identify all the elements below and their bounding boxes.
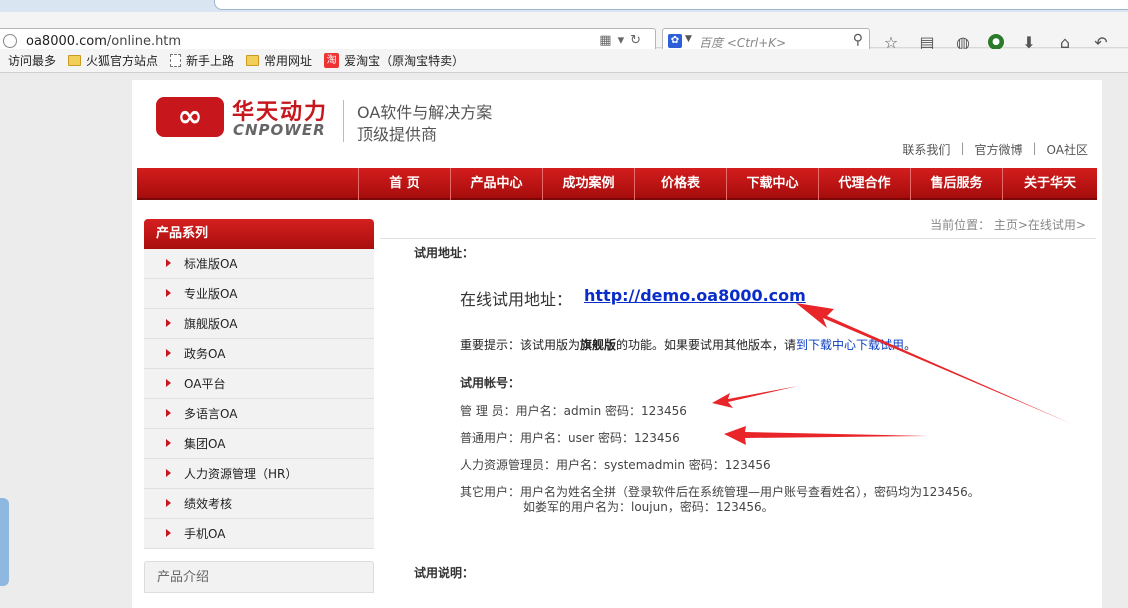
nav-products[interactable]: 产品中心	[450, 168, 542, 200]
browser-tab-strip	[0, 0, 1128, 12]
trial-url-link[interactable]: http://demo.oa8000.com	[584, 286, 806, 305]
nav-pricing[interactable]: 价格表	[634, 168, 726, 200]
nav-download[interactable]: 下载中心	[726, 168, 818, 200]
nav-support[interactable]: 售后服务	[910, 168, 1002, 200]
trial-url-label: 在线试用地址：	[460, 290, 573, 309]
triangle-right-icon	[166, 379, 171, 387]
account-user: 普通用户：用户名：user 密码：123456	[460, 431, 680, 445]
bookmark-taobao[interactable]: 淘爱淘宝（原淘宝特卖）	[324, 52, 464, 69]
nav-partners[interactable]: 代理合作	[818, 168, 910, 200]
link-official-weibo[interactable]: 官方微博	[974, 141, 1022, 158]
bookmark-common-sites[interactable]: 常用网址	[246, 52, 312, 69]
nav-cases[interactable]: 成功案例	[542, 168, 634, 200]
download-center-link[interactable]: 到下载中心下载试用	[796, 338, 904, 352]
triangle-right-icon	[166, 499, 171, 507]
bookmark-most-visited[interactable]: 访问最多	[8, 52, 56, 69]
sidebar-item-oa-platform[interactable]: OA平台	[144, 369, 374, 399]
link-oa-community[interactable]: OA社区	[1047, 141, 1088, 158]
logo-divider	[343, 100, 344, 142]
browser-navbar: oa8000.com/online.htm ▦▾↻ ✿ ▼ 百度 <Ctrl+K…	[0, 12, 1128, 54]
account-example: 如娄军的用户名为：loujun，密码：123456。	[523, 500, 774, 514]
triangle-right-icon	[166, 529, 171, 537]
triangle-right-icon	[166, 319, 171, 327]
breadcrumb[interactable]: 当前位置： 主页>在线试用>	[930, 216, 1086, 233]
sidebar-title: 产品系列	[144, 219, 374, 249]
account-admin: 管 理 员：用户名：admin 密码：123456	[460, 404, 687, 418]
sidebar-title-intro: 产品介绍	[144, 561, 374, 593]
globe-icon	[3, 34, 17, 48]
taobao-icon: 淘	[324, 53, 340, 68]
page-viewport: ∞ 华天动力 CNPOWER OA软件与解决方案 顶级提供商 联系我们 | 官方…	[0, 74, 1128, 608]
sidebar: 产品系列 标准版OA 专业版OA 旗舰版OA 政务OA OA平台 多语言OA 集…	[144, 219, 374, 593]
sidebar-item-performance[interactable]: 绩效考核	[144, 489, 374, 519]
top-links: 联系我们 | 官方微博 | OA社区	[902, 141, 1088, 158]
sidebar-item-gov-oa[interactable]: 政务OA	[144, 339, 374, 369]
triangle-right-icon	[166, 289, 171, 297]
slogan-line-2: 顶级提供商	[357, 125, 438, 144]
folder-icon	[68, 55, 82, 66]
bookmarks-bar: 访问最多 火狐官方站点 新手上路 常用网址 淘爱淘宝（原淘宝特卖）	[0, 49, 1128, 73]
important-notice: 重要提示：该试用版为旗舰版的功能。如果要试用其他版本，请到下载中心下载试用。	[460, 338, 917, 352]
separator: |	[960, 141, 965, 155]
sidebar-item-hr[interactable]: 人力资源管理（HR）	[144, 459, 374, 489]
active-tab[interactable]	[214, 0, 1128, 10]
search-icon[interactable]: ⚲	[853, 32, 863, 48]
page-icon	[170, 54, 182, 67]
account-hr-admin: 人力资源管理员：用户名：systemadmin 密码：123456	[460, 458, 771, 472]
bookmark-getting-started[interactable]: 新手上路	[170, 52, 234, 69]
triangle-right-icon	[166, 259, 171, 267]
sidebar-item-group-oa[interactable]: 集团OA	[144, 429, 374, 459]
triangle-right-icon	[166, 409, 171, 417]
extension-icon[interactable]: ●	[988, 34, 1004, 50]
sidebar-item-standard-oa[interactable]: 标准版OA	[144, 249, 374, 279]
slogan-line-1: OA软件与解决方案	[357, 103, 493, 122]
bookmark-firefox-site[interactable]: 火狐官方站点	[68, 52, 158, 69]
sidebar-item-multilang-oa[interactable]: 多语言OA	[144, 399, 374, 429]
address-text[interactable]: oa8000.com/online.htm	[26, 34, 181, 49]
sidebar-item-flagship-oa[interactable]: 旗舰版OA	[144, 309, 374, 339]
triangle-right-icon	[166, 469, 171, 477]
separator: |	[1032, 141, 1037, 155]
nav-home[interactable]: 首 页	[358, 168, 450, 200]
triangle-right-icon	[166, 349, 171, 357]
logo-english[interactable]: CNPOWER	[233, 121, 326, 139]
sidebar-item-pro-oa[interactable]: 专业版OA	[144, 279, 374, 309]
chevron-down-icon[interactable]: ▼	[685, 34, 692, 44]
link-contact-us[interactable]: 联系我们	[902, 141, 950, 158]
baidu-paw-icon[interactable]: ✿	[668, 34, 682, 48]
divider	[380, 238, 1096, 239]
folder-icon	[246, 55, 260, 66]
trial-account-title: 试用帐号：	[460, 376, 521, 390]
trial-address-title: 试用地址：	[414, 246, 475, 260]
sidebar-item-mobile-oa[interactable]: 手机OA	[144, 519, 374, 549]
main-nav: 首 页 产品中心 成功案例 价格表 下载中心 代理合作 售后服务 关于华天	[137, 168, 1097, 200]
nav-about[interactable]: 关于华天	[1002, 168, 1097, 200]
qr-dropdown-reload-icons[interactable]: ▦▾↻	[599, 33, 647, 48]
usage-title: 试用说明：	[414, 566, 475, 580]
site-container: ∞ 华天动力 CNPOWER OA软件与解决方案 顶级提供商 联系我们 | 官方…	[132, 80, 1102, 608]
triangle-right-icon	[166, 439, 171, 447]
cnpower-logo-icon[interactable]: ∞	[156, 97, 224, 137]
side-floating-tab[interactable]	[0, 498, 9, 586]
